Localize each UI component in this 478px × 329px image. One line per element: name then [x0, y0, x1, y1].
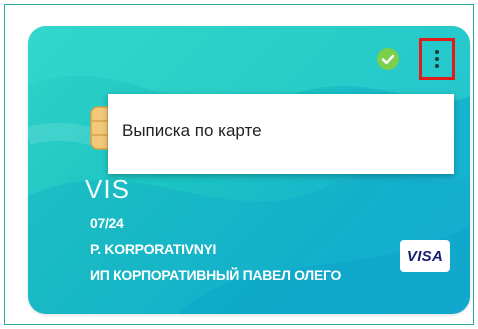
card-brand-text: VIS [85, 174, 130, 204]
card-dropdown-menu: Выписка по карте [108, 94, 454, 174]
card-expiry: 07/24 [90, 215, 124, 231]
more-vertical-icon-dot [435, 64, 439, 68]
card-company-name: ИП КОРПОРАТИВНЫЙ ПАВЕЛ ОЛЕГО [90, 267, 342, 283]
menu-item-card-statement[interactable]: Выписка по карте [122, 121, 262, 141]
card-holder-name: P. KORPORATIVNYI [90, 241, 217, 257]
more-vertical-icon-dot [435, 57, 439, 61]
card-menu-button[interactable] [419, 38, 455, 80]
visa-logo: VISA [400, 240, 450, 272]
check-circle-icon [377, 48, 399, 70]
more-vertical-icon [435, 50, 439, 54]
